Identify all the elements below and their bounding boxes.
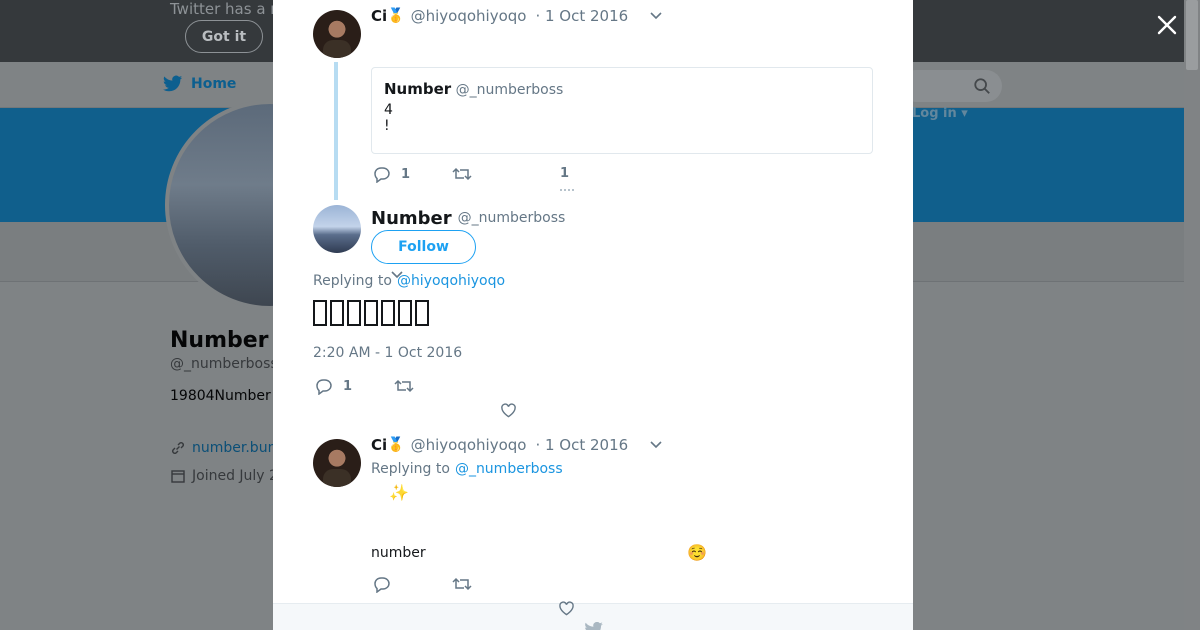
quoted-text-line: ! [384, 118, 390, 134]
profile-joined: Joined July 2 [170, 468, 278, 484]
avatar[interactable] [313, 10, 361, 58]
tweet-header: Ci 🥇 @hiyoqohiyoqo · 1 Oct 2016 [371, 436, 662, 454]
author-name[interactable]: Number [371, 208, 452, 229]
thread-connector-line [334, 62, 338, 200]
like-icon-partial [560, 189, 574, 193]
author-handle[interactable]: @hiyoqohiyoqo [411, 7, 527, 25]
scrollbar[interactable] [1184, 0, 1200, 630]
heart-icon [559, 601, 574, 616]
quoted-text-line: 4 [384, 102, 393, 118]
follow-button[interactable]: Follow [371, 230, 476, 264]
tweet-text: number [371, 545, 426, 561]
reply-count: 1 [401, 167, 411, 182]
calendar-icon [171, 470, 185, 483]
tweet-date[interactable]: · 1 Oct 2016 [535, 7, 628, 25]
profile-bio: 19804Number [170, 388, 271, 404]
sparkles-emoji: ✨ [389, 483, 409, 502]
replying-to-handle[interactable]: @_numberboss [455, 461, 563, 477]
scrollbar-thumb[interactable] [1186, 0, 1198, 70]
profile-handle: @_numberboss [170, 356, 278, 372]
reply-button[interactable]: 1 [373, 166, 410, 183]
chevron-down-icon[interactable] [650, 441, 662, 449]
author-handle[interactable]: @_numberboss [458, 210, 566, 226]
retweet-button[interactable] [452, 576, 472, 592]
reply-button[interactable]: 1 [315, 378, 352, 395]
heart-icon [501, 403, 516, 418]
replying-to: Replying to @_numberboss [371, 460, 563, 478]
tweet-timestamp[interactable]: 2:20 AM - 1 Oct 2016 [313, 345, 462, 361]
notice-text: Twitter has a n [170, 0, 280, 18]
login-link[interactable]: Log in ▾ [912, 106, 968, 121]
quoted-author-name: Number [384, 80, 452, 98]
replying-to-label: Replying to [371, 461, 450, 477]
nav-home-label: Home [191, 76, 237, 92]
chevron-down-icon[interactable] [391, 271, 403, 279]
author-name[interactable]: Ci [371, 436, 387, 454]
author-name[interactable]: Ci [371, 7, 387, 25]
quoted-author-handle: @_numberboss [455, 82, 564, 98]
profile-name: Number [170, 328, 269, 353]
retweet-icon [452, 167, 472, 181]
close-icon[interactable] [1152, 10, 1182, 40]
link-icon [172, 442, 184, 454]
reply-icon [374, 577, 390, 593]
reply-count: 1 [343, 379, 353, 394]
reply-button[interactable] [373, 576, 391, 593]
like-button[interactable] [558, 601, 575, 616]
medal-emoji: 🥇 [387, 437, 405, 453]
nav-home[interactable]: Home [163, 75, 236, 93]
chevron-down-icon[interactable] [650, 12, 662, 20]
medal-emoji: 🥇 [387, 8, 405, 24]
twitter-bird-icon [585, 622, 603, 630]
replying-to-label: Replying to [313, 273, 392, 289]
retweet-button[interactable] [452, 166, 472, 182]
replying-to-handle[interactable]: @hiyoqohiyoqo [397, 273, 505, 289]
like-button[interactable]: 1 [560, 166, 569, 181]
avatar[interactable] [313, 205, 361, 253]
retweet-icon [452, 577, 472, 591]
reply-icon [316, 379, 332, 395]
tweet-header: Ci 🥇 @hiyoqohiyoqo · 1 Oct 2016 [371, 7, 662, 25]
twitter-bird-icon [163, 75, 183, 92]
blush-emoji: ☺️ [687, 543, 707, 562]
profile-website[interactable]: number.bun [170, 440, 276, 456]
quoted-tweet[interactable]: Number @_numberboss 4 ! [371, 67, 873, 154]
retweet-icon [394, 379, 414, 393]
author-handle[interactable]: @hiyoqohiyoqo [411, 436, 527, 454]
reply-icon [374, 167, 390, 183]
like-count: 1 [560, 166, 570, 181]
modal-footer [273, 603, 913, 630]
tweet-header: Number @_numberboss [371, 206, 565, 230]
like-button[interactable] [500, 403, 517, 418]
tweet-date[interactable]: · 1 Oct 2016 [535, 436, 628, 454]
retweet-button[interactable] [394, 378, 414, 394]
tweet-text-missing-glyphs [313, 300, 429, 326]
got-it-button[interactable]: Got it [185, 20, 263, 53]
avatar[interactable] [313, 439, 361, 487]
search-icon [974, 78, 990, 94]
replying-to: Replying to @hiyoqohiyoqo [313, 272, 505, 290]
